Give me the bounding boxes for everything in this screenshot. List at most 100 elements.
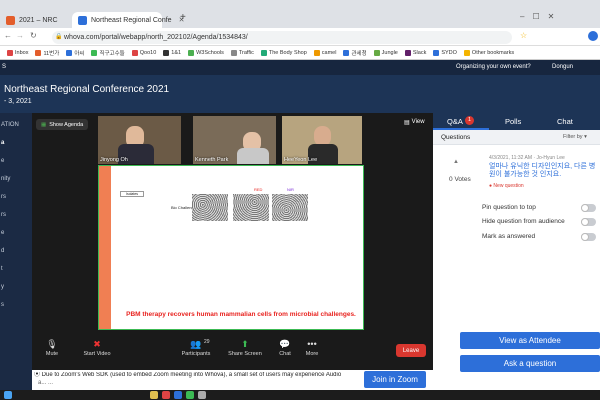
bookmark-label: camel [321, 49, 337, 56]
qa-panel: Q&A 1 Polls Chat Questions Filter by ▾ ▲… [433, 113, 600, 390]
bookmark-item[interactable]: Jungle [373, 49, 398, 56]
tab-chat[interactable]: Chat [557, 117, 573, 126]
bookmark-label: Qoo10 [139, 49, 157, 56]
left-nav-item[interactable]: s [1, 302, 4, 308]
bookmark-item[interactable]: 11번가 [35, 49, 59, 57]
start-video-button[interactable]: ✖ Start Video [77, 339, 117, 358]
mute-button[interactable]: 🎙 Mute [32, 338, 72, 358]
slide-col-label: NIR [287, 187, 294, 192]
question-time: 4/3/2021, 11:32 AM [489, 155, 532, 161]
tab-conference[interactable]: Northeast Regional Confe ✕ [72, 12, 184, 28]
explorer-icon[interactable] [150, 391, 158, 399]
slide-corner-label: Isolates [120, 191, 144, 197]
left-nav-item[interactable]: e [1, 158, 4, 164]
ask-question-button[interactable]: Ask a question [460, 355, 600, 372]
conference-title: Northeast Regional Conference 2021 [4, 84, 170, 95]
answered-toggle[interactable] [581, 233, 596, 241]
bookmark-label: W3Schools [196, 49, 224, 56]
bookmark-item[interactable]: The Body Shop [260, 49, 307, 56]
zoom-control-bar: 🎙 Mute ✖ Start Video 👥 Participants 29 ⬆… [32, 337, 433, 370]
bookmark-label: SYDO [441, 49, 457, 56]
bookmark-item[interactable]: 1&1 [163, 49, 182, 56]
app-icon[interactable] [186, 391, 194, 399]
share-screen-icon: ⬆ [241, 338, 249, 349]
participants-button[interactable]: 👥 Participants [176, 338, 216, 358]
back-icon[interactable]: ← [4, 31, 12, 40]
vote-arrow-icon[interactable]: ▲ [453, 159, 459, 165]
pin-option-label: Pin question to top [482, 204, 536, 211]
bookmark-label: 11번가 [43, 50, 60, 57]
left-nav-item[interactable]: a [1, 140, 4, 146]
left-nav-item[interactable]: y [1, 284, 4, 290]
filter-by-dropdown[interactable]: Filter by ▾ [563, 134, 587, 140]
view-button[interactable]: ▤ View [404, 119, 425, 126]
app-icon[interactable] [198, 391, 206, 399]
participant-video[interactable]: Kenneth Park [193, 116, 276, 164]
left-nav-item[interactable]: ATION [1, 122, 19, 128]
view-as-attendee-button[interactable]: View as Attendee [460, 332, 600, 349]
tab-polls[interactable]: Polls [505, 117, 521, 126]
edge-icon[interactable] [174, 391, 182, 399]
hide-option-label: Hide question from audience [482, 218, 565, 225]
bookmark-item[interactable]: Other bookmarks [463, 49, 514, 56]
sdk-note-text: ⦿ Due to Zoom's Web SDK (used to embed Z… [34, 372, 354, 379]
left-nav-item[interactable]: t [1, 266, 3, 272]
participants-icon: 👥 [190, 338, 202, 349]
bookmark-item[interactable]: camel [313, 49, 337, 56]
forward-icon[interactable]: → [16, 31, 24, 40]
tab-nrc[interactable]: 2021 – NRC [0, 12, 72, 28]
chrome-icon[interactable] [162, 391, 170, 399]
bookmark-star-icon[interactable]: ☆ [520, 31, 527, 40]
bookmark-label: Inbox [15, 49, 29, 56]
bookmark-label: 1&1 [171, 49, 182, 56]
leave-button[interactable]: Leave [396, 344, 426, 357]
new-tab-button[interactable]: + [180, 12, 186, 23]
vote-count: 0 Votes [449, 176, 471, 183]
participant-video[interactable]: Jinyong Oh [98, 116, 181, 164]
left-nav-item[interactable]: d [1, 248, 4, 254]
bookmark-item[interactable]: Qoo10 [131, 49, 157, 56]
left-nav-item[interactable]: nity [1, 176, 10, 182]
question-author: Jo-Hyun Lee [536, 155, 565, 161]
bookmark-label: Jungle [381, 49, 398, 56]
bookmark-item[interactable]: 관세청 [343, 49, 367, 57]
bookmark-label: 직구고수들 [99, 50, 125, 57]
bookmark-item[interactable]: Inbox [7, 49, 29, 56]
tab-label: Northeast Regional Confe [91, 16, 172, 24]
show-agenda-button[interactable]: ▦ Show Agenda [36, 119, 89, 130]
bookmark-favicon-icon [66, 49, 73, 56]
more-button[interactable]: ••• More [292, 339, 332, 357]
left-nav-item[interactable]: rs [1, 194, 6, 200]
micrograph-image [192, 194, 228, 221]
bookmark-item[interactable]: 직구고수들 [91, 49, 125, 57]
bookmark-favicon-icon [35, 49, 42, 56]
bookmark-item[interactable]: Traffic [230, 49, 254, 56]
reload-icon[interactable]: ↻ [30, 31, 37, 40]
participant-video[interactable]: HeeYeon Lee [282, 116, 362, 164]
bookmark-item[interactable]: Slack [404, 49, 426, 56]
lock-icon: 🔒 [55, 34, 63, 40]
bookmark-item[interactable]: 아씨 [66, 49, 84, 57]
left-nav-item[interactable]: rs [1, 212, 6, 218]
pin-toggle[interactable] [581, 204, 596, 212]
bookmark-item[interactable]: SYDO [433, 49, 457, 56]
embed-note: ⦿ Due to Zoom's Web SDK (used to embed Z… [32, 370, 433, 390]
votes-label: Votes [454, 176, 471, 183]
window-controls[interactable]: –☐✕ [520, 12, 562, 21]
bookmark-item[interactable]: W3Schools [188, 49, 224, 56]
start-icon[interactable] [4, 391, 12, 399]
organize-prompt[interactable]: Organizing your own event? [456, 64, 531, 70]
hide-toggle[interactable] [581, 218, 596, 226]
tab-qa[interactable]: Q&A [447, 117, 463, 126]
microphone-icon: 🎙 [46, 338, 58, 349]
questions-header: Questions Filter by ▾ [433, 130, 600, 145]
user-name[interactable]: Dongun [552, 64, 573, 70]
join-in-zoom-button[interactable]: Join in Zoom [364, 371, 426, 388]
bookmark-favicon-icon [313, 49, 320, 56]
url-field[interactable]: 🔒 whova.com/portal/webapp/north_202102/A… [52, 31, 512, 44]
share-screen-button[interactable]: ⬆ Share Screen [225, 338, 265, 358]
site-favicon-icon [6, 15, 15, 25]
left-nav: ATION a e nity rs rs e d t y s [0, 113, 32, 400]
left-nav-item[interactable]: e [1, 230, 4, 236]
profile-avatar[interactable] [588, 31, 598, 41]
